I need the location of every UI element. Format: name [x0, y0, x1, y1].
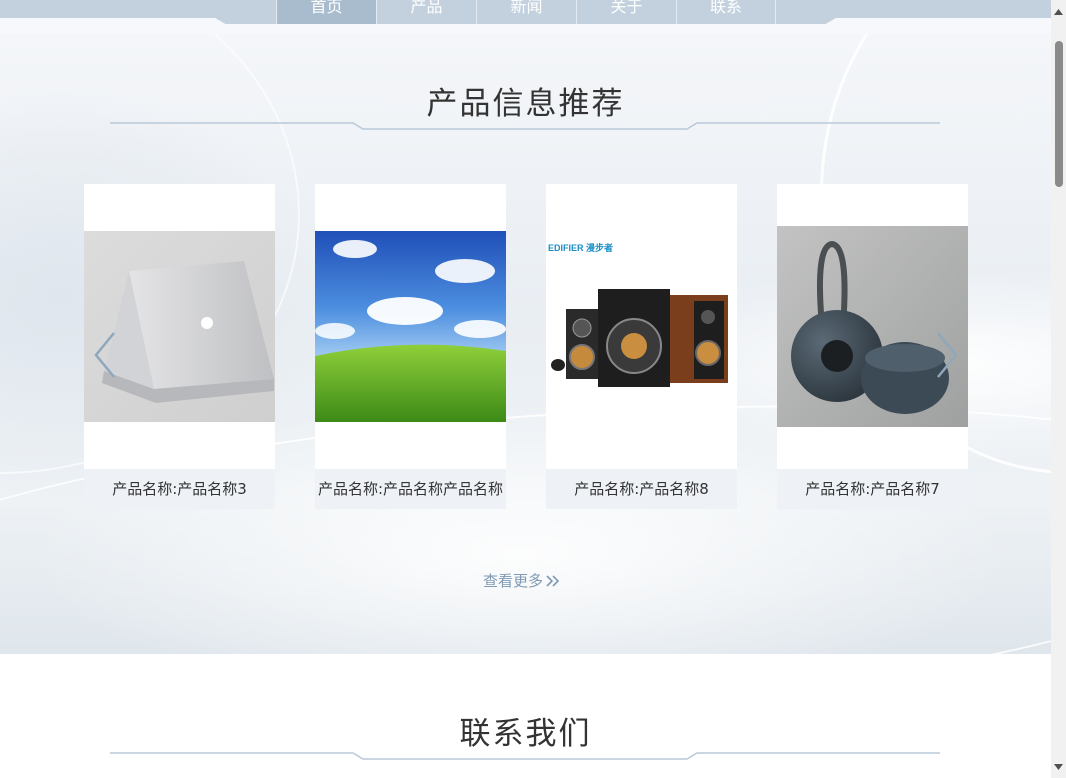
- page-scrollbar[interactable]: [1051, 0, 1066, 778]
- product-section-title: 产品信息推荐: [426, 86, 625, 122]
- product-image-landscape[interactable]: [315, 231, 506, 422]
- product-caption[interactable]: 产品名称:产品名称产品名称: [315, 469, 506, 509]
- product-caption[interactable]: 产品名称:产品名称7: [777, 469, 968, 509]
- product-caption[interactable]: 产品名称:产品名称3: [84, 469, 275, 509]
- brand-label: EDIFIER 漫步者: [548, 242, 613, 253]
- product-card[interactable]: EDIFIER 漫步者 产品名称:产品名称8: [546, 184, 737, 509]
- product-carousel: 产品名称:产品名称3 产品名称:产品名称产品名称 EDIFIER 漫步者 产品名…: [84, 184, 968, 509]
- double-chevron-right-icon: [546, 574, 560, 587]
- contact-section: 联系我们: [0, 654, 1051, 778]
- laptop-image: [84, 231, 275, 422]
- bluetooth-speaker-image: [777, 226, 968, 427]
- title-divider: [110, 752, 940, 760]
- title-divider: [110, 122, 940, 130]
- top-navigation: 首页 产品 新闻 关于 联系: [0, 0, 1051, 34]
- nav-tab-news[interactable]: 新闻: [476, 0, 576, 24]
- nav-tab-about[interactable]: 关于: [576, 0, 676, 24]
- scroll-up-icon[interactable]: [1051, 4, 1066, 19]
- product-image-laptop[interactable]: [84, 231, 275, 422]
- product-section: 产品信息推荐 产品名称:产品名称3 产品名称:产品名称产品名称 EDIFIER …: [0, 34, 1051, 654]
- product-image-bluetooth-speaker[interactable]: [777, 226, 968, 427]
- nav-tab-contact[interactable]: 联系: [676, 0, 776, 24]
- product-card[interactable]: 产品名称:产品名称产品名称: [315, 184, 506, 509]
- scroll-down-icon[interactable]: [1051, 759, 1066, 774]
- speakers-image: EDIFIER 漫步者: [546, 231, 737, 422]
- view-more-link[interactable]: 查看更多: [483, 570, 561, 591]
- view-more-label: 查看更多: [483, 572, 544, 590]
- contact-section-title: 联系我们: [459, 716, 592, 752]
- landscape-image: [315, 231, 506, 422]
- carousel-prev-arrow-icon[interactable]: [90, 330, 120, 380]
- scrollbar-thumb[interactable]: [1055, 41, 1063, 187]
- nav-tab-products[interactable]: 产品: [376, 0, 476, 24]
- nav-tabs: 首页 产品 新闻 关于 联系: [276, 0, 776, 24]
- product-caption[interactable]: 产品名称:产品名称8: [546, 469, 737, 509]
- carousel-next-arrow-icon[interactable]: [932, 330, 962, 380]
- product-image-speakers[interactable]: EDIFIER 漫步者: [546, 231, 737, 422]
- nav-tab-home[interactable]: 首页: [276, 0, 376, 24]
